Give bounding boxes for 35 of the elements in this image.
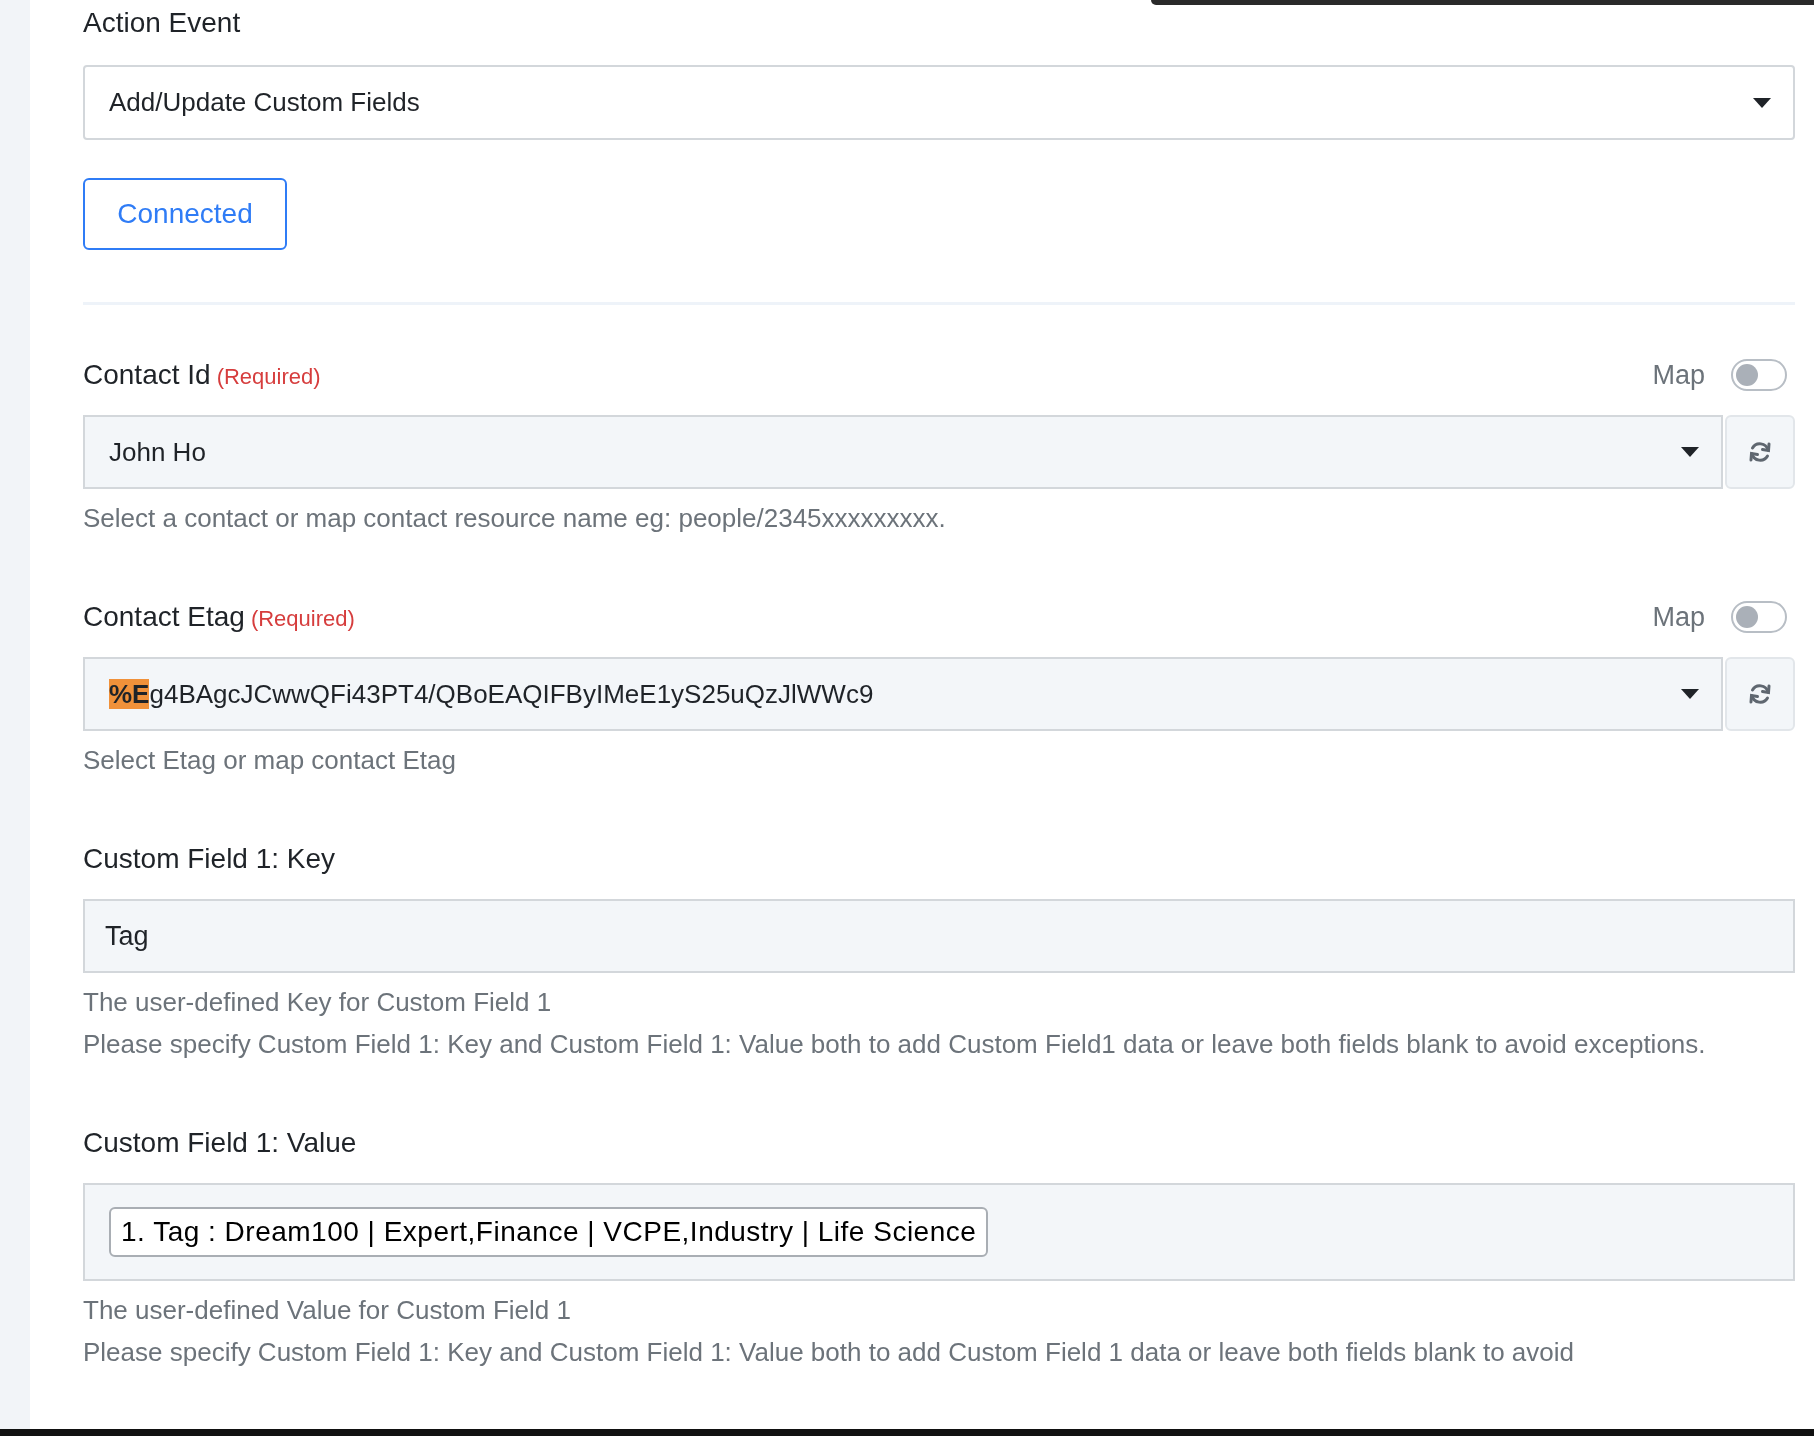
map-toggle[interactable] bbox=[1731, 359, 1787, 391]
help-text: Please specify Custom Field 1: Key and Custom Field 1: Value both to add Custom Field 1 data or leave both fields blank to avoid bbox=[83, 1336, 1575, 1369]
select-field[interactable]: John Ho bbox=[83, 415, 1723, 489]
caret-icon bbox=[1753, 97, 1771, 108]
field-label: Contact Id bbox=[83, 358, 211, 392]
refresh-icon bbox=[1748, 682, 1772, 706]
action-event-select[interactable]: Add/Update Custom Fields bbox=[83, 65, 1795, 140]
required-label: (Required) bbox=[216, 363, 321, 391]
input-field[interactable]: Tag bbox=[83, 899, 1795, 973]
help-text: Please specify Custom Field 1: Key and Custom Field 1: Value both to add Custom Field1 data or leave both fields blank to avoid exceptions. bbox=[83, 1028, 1707, 1061]
help-text: Select a contact or map contact resource name eg: people/2345xxxxxxxxx. bbox=[83, 502, 947, 535]
caret-icon bbox=[1681, 447, 1699, 457]
help-text: The user-defined Value for Custom Field 1 bbox=[83, 1294, 572, 1327]
caret-icon bbox=[1681, 689, 1699, 699]
refresh-button[interactable] bbox=[1725, 657, 1795, 731]
connected-button[interactable]: Connected bbox=[83, 178, 287, 250]
field-label: Custom Field 1: Key bbox=[83, 842, 336, 876]
select-value: Add/Update Custom Fields bbox=[109, 86, 420, 119]
field-label: Contact Etag bbox=[83, 600, 245, 634]
field-value: Tag bbox=[105, 919, 149, 953]
input-field[interactable]: 1. Tag : Dream100 | Expert,Finance | VCPE,Industry | Life Science bbox=[83, 1183, 1795, 1281]
value-chip: 1. Tag : Dream100 | Expert,Finance | VCPE,Industry | Life Science bbox=[109, 1207, 989, 1257]
select-field[interactable]: %Eg4BAgcJCwwQFi43PT4/QBoEAQIFByIMeE1yS25uQzJlWWc9 bbox=[83, 657, 1723, 731]
required-label: (Required) bbox=[250, 605, 355, 633]
field-value: John Ho bbox=[109, 435, 206, 469]
map-label: Map bbox=[1652, 600, 1705, 634]
help-text: The user-defined Key for Custom Field 1 bbox=[83, 986, 553, 1019]
map-toggle[interactable] bbox=[1731, 601, 1787, 633]
section-label: Action Event bbox=[83, 6, 241, 40]
map-label: Map bbox=[1652, 358, 1705, 392]
refresh-button[interactable] bbox=[1725, 415, 1795, 489]
field-label: Custom Field 1: Value bbox=[83, 1126, 357, 1160]
help-text: Select Etag or map contact Etag bbox=[83, 744, 457, 777]
refresh-icon bbox=[1748, 440, 1772, 464]
field-value: %Eg4BAgcJCwwQFi43PT4/QBoEAQIFByIMeE1yS25uQzJlWWc9 bbox=[109, 677, 874, 711]
